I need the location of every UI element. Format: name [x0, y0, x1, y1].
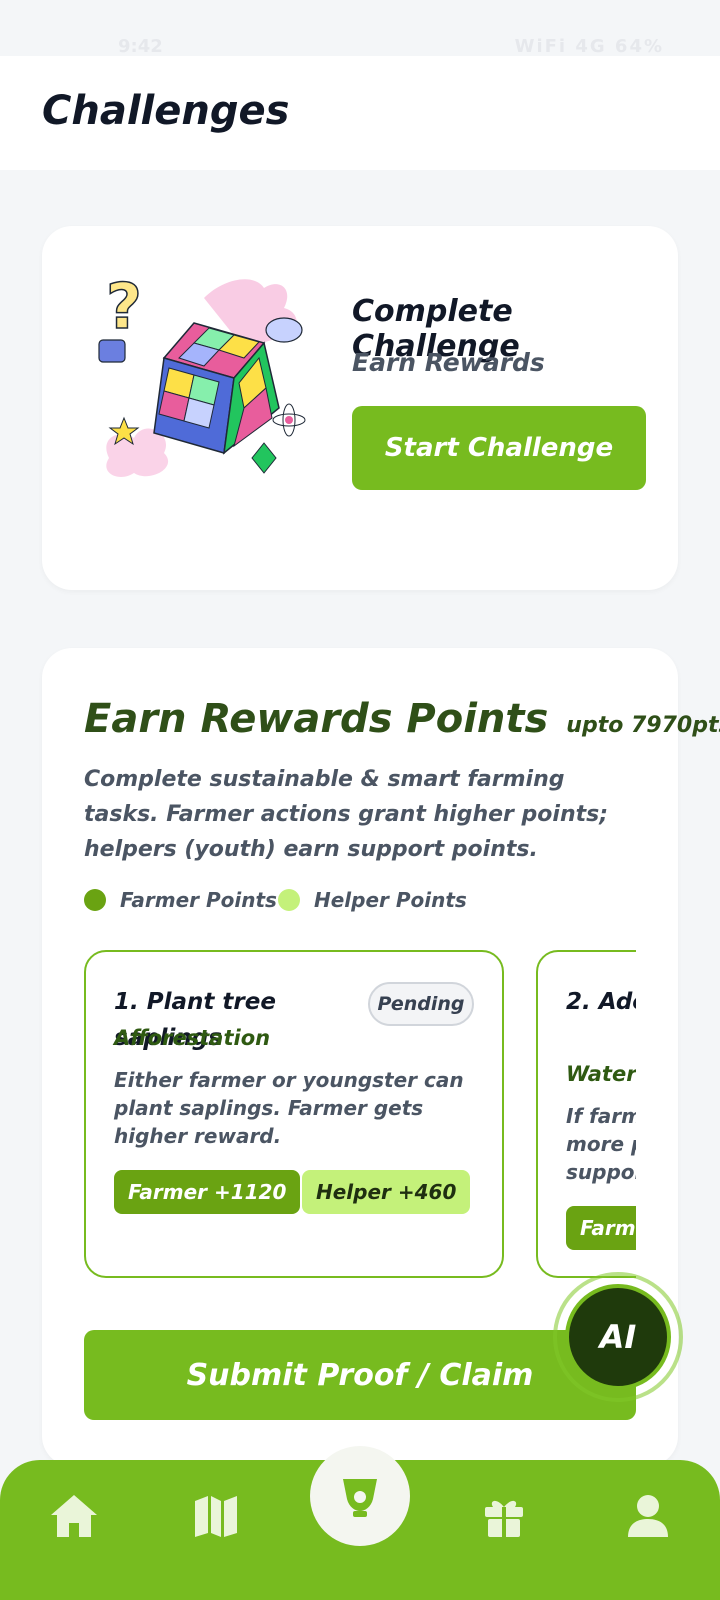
- nav-challenges[interactable]: [310, 1446, 410, 1546]
- bottom-nav: [0, 1446, 720, 1600]
- svg-text:?: ?: [106, 270, 142, 343]
- task-card[interactable]: 1. Plant tree saplings Pending Afforesta…: [84, 950, 504, 1278]
- task-title: 2. Adopt drip irrigation: [566, 989, 636, 1015]
- home-icon: [51, 1495, 97, 1537]
- task-description: If farmer adopts drip irrigation, more p…: [566, 1104, 636, 1184]
- task-category: Water Conservation: [566, 1062, 636, 1086]
- nav-home[interactable]: [44, 1486, 104, 1546]
- nav-map[interactable]: [186, 1486, 246, 1546]
- task-description: Either farmer or youngster can plant sap…: [114, 1068, 464, 1148]
- helper-dot-icon: [278, 889, 300, 911]
- page-title: Challenges: [42, 88, 290, 134]
- legend-helper-label: Helper Points: [314, 888, 467, 912]
- farmer-dot-icon: [84, 889, 106, 911]
- legend-farmer-label: Farmer Points: [120, 888, 277, 912]
- app-header: Challenges: [0, 56, 720, 170]
- ai-label: AI: [565, 1284, 671, 1390]
- status-bar: 9:42 WiFi 4G 64%: [0, 0, 720, 57]
- status-indicators: WiFi 4G 64%: [514, 36, 664, 57]
- task-category: Afforestation: [114, 1026, 271, 1050]
- nav-rewards[interactable]: [474, 1486, 534, 1546]
- task-card[interactable]: 2. Adopt drip irrigation Water Conservat…: [536, 950, 636, 1278]
- rubiks-cube-illustration: ?: [98, 269, 306, 478]
- challenge-card: ? Complete Challenge Earn Rewards Start …: [42, 226, 678, 590]
- legend-farmer: Farmer Points: [84, 888, 277, 912]
- profile-icon: [628, 1495, 668, 1537]
- task-carousel[interactable]: 1. Plant tree saplings Pending Afforesta…: [84, 950, 636, 1280]
- gift-icon: [485, 1500, 523, 1537]
- challenge-subtitle: Earn Rewards: [352, 348, 545, 377]
- map-icon: [195, 1496, 237, 1537]
- ai-assistant-button[interactable]: AI: [553, 1272, 683, 1402]
- rewards-upto: upto 7970pts: [566, 713, 720, 738]
- legend-helper: Helper Points: [278, 888, 467, 912]
- start-challenge-button[interactable]: Start Challenge: [352, 406, 646, 490]
- status-badge: Pending: [368, 982, 474, 1026]
- helper-points-badge: Helper +460: [302, 1170, 471, 1214]
- farmer-points-badge: Farmer +1120: [114, 1170, 301, 1214]
- trophy-icon: [343, 1479, 377, 1517]
- farmer-points-badge: Farmer +1200: [566, 1206, 636, 1250]
- rewards-description: Complete sustainable & smart farming tas…: [84, 767, 609, 862]
- status-time: 9:42: [118, 36, 163, 57]
- nav-profile[interactable]: [618, 1486, 678, 1546]
- rewards-title: Earn Rewards Points upto 7970pts: [84, 696, 720, 742]
- rewards-title-text: Earn Rewards Points: [84, 696, 549, 742]
